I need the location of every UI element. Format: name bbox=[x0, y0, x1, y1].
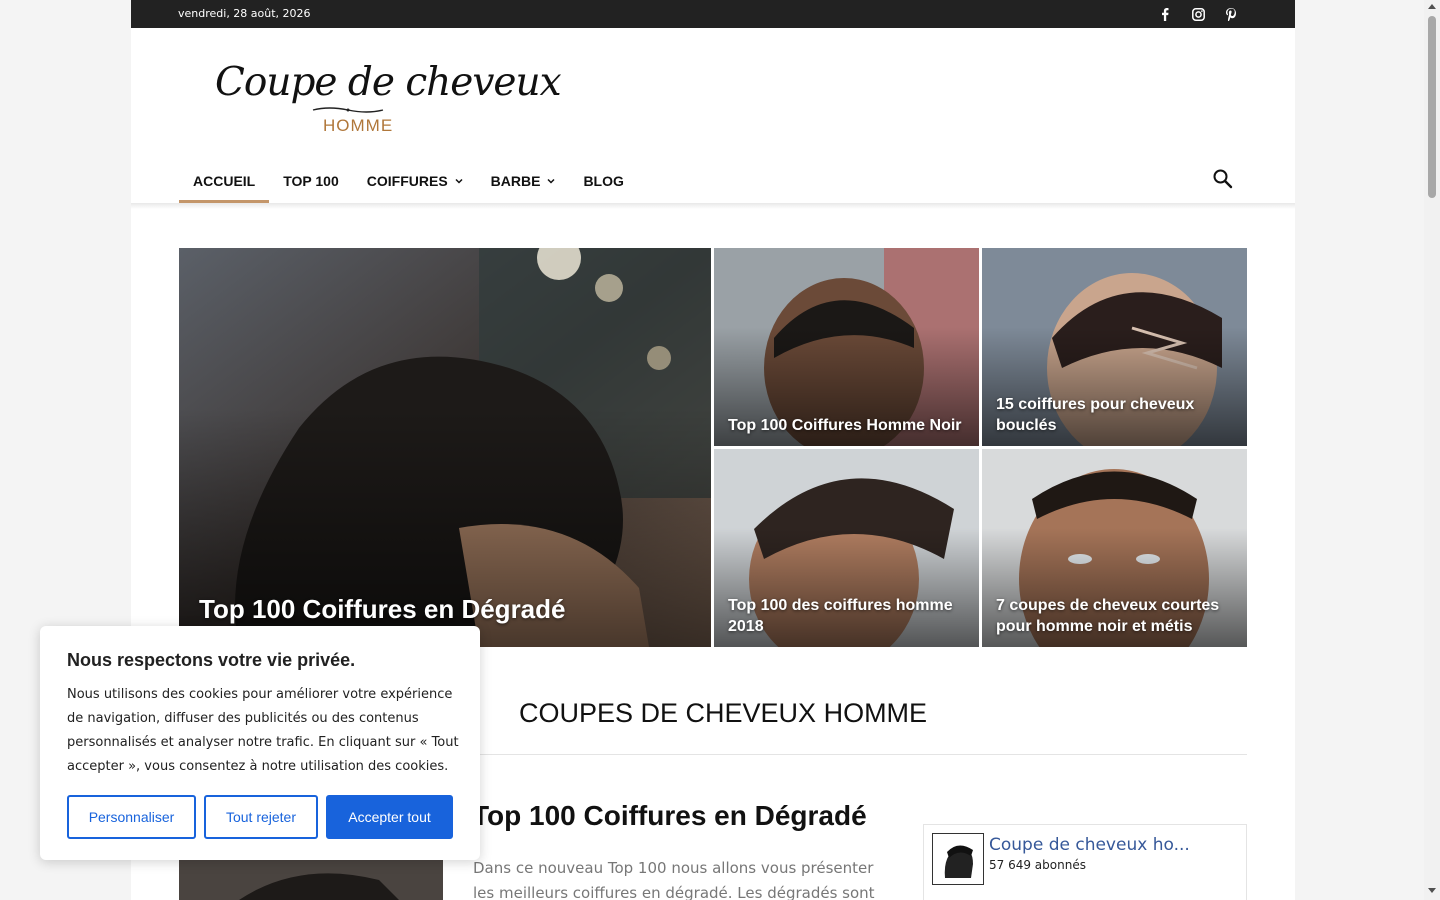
facebook-page-avatar[interactable] bbox=[932, 833, 984, 885]
logo-subtitle: HOMME bbox=[323, 116, 394, 135]
nav-label: COIFFURES bbox=[366, 173, 448, 189]
nav-label: BARBE bbox=[490, 173, 541, 189]
featured-title: Top 100 des coiffures homme 2018 bbox=[728, 597, 953, 635]
chevron-down-icon bbox=[455, 178, 463, 184]
facebook-icon[interactable] bbox=[1157, 6, 1173, 22]
main-nav: ACCUEIL TOP 100 COIFFURES BARBE BLOG bbox=[179, 158, 638, 204]
logo-script: Coupe de cheveux bbox=[215, 60, 562, 105]
cookie-body: Nous utilisons des cookies pour améliore… bbox=[67, 687, 459, 774]
facebook-page-widget: Coupe de cheveux ho... 57 649 abonnés bbox=[923, 824, 1247, 900]
featured-post[interactable]: 7 coupes de cheveux courtes pour homme n… bbox=[982, 449, 1247, 647]
article-title[interactable]: Top 100 Coiffures en Dégradé bbox=[472, 800, 867, 832]
top-bar: vendredi, 28 août, 2026 bbox=[131, 0, 1295, 28]
featured-post-large[interactable]: Top 100 Coiffures en Dégradé bbox=[179, 248, 711, 647]
cookie-title: Nous respectons votre vie privée. bbox=[67, 650, 356, 670]
nav-item-blog[interactable]: BLOG bbox=[569, 158, 637, 204]
section-title: COUPES DE CHEVEUX HOMME bbox=[519, 698, 928, 728]
featured-title: 15 coiffures pour cheveux bouclés bbox=[996, 396, 1195, 434]
nav-item-coiffures[interactable]: COIFFURES bbox=[353, 158, 477, 204]
featured-title: Top 100 Coiffures en Dégradé bbox=[199, 594, 566, 624]
featured-grid: Top 100 Coiffures en Dégradé Top 100 Coi… bbox=[179, 248, 1247, 647]
page-scrollbar[interactable] bbox=[1424, 0, 1440, 900]
article-thumbnail[interactable] bbox=[179, 860, 443, 900]
facebook-follower-count: 57 649 abonnés bbox=[989, 858, 1086, 872]
chevron-down-icon bbox=[547, 178, 555, 184]
instagram-icon[interactable] bbox=[1190, 6, 1206, 22]
featured-post[interactable]: Top 100 Coiffures Homme Noir bbox=[714, 248, 979, 446]
site-logo[interactable]: Coupe de cheveux HOMME bbox=[215, 58, 562, 138]
featured-title: 7 coupes de cheveux courtes pour homme n… bbox=[996, 597, 1220, 635]
nav-label: BLOG bbox=[583, 173, 624, 189]
nav-divider bbox=[131, 203, 1295, 209]
nav-label: TOP 100 bbox=[283, 173, 339, 189]
article-excerpt: Dans ce nouveau Top 100 nous allons vous… bbox=[473, 859, 875, 900]
featured-title: Top 100 Coiffures Homme Noir bbox=[728, 417, 962, 434]
facebook-page-name[interactable]: Coupe de cheveux ho... bbox=[989, 835, 1190, 855]
customize-button[interactable]: Personnaliser bbox=[67, 795, 196, 839]
scroll-thumb[interactable] bbox=[1428, 16, 1436, 198]
pinterest-icon[interactable] bbox=[1223, 6, 1239, 22]
scroll-up-arrow[interactable] bbox=[1428, 4, 1436, 9]
current-date: vendredi, 28 août, 2026 bbox=[178, 7, 311, 20]
featured-post[interactable]: Top 100 des coiffures homme 2018 bbox=[714, 449, 979, 647]
nav-item-barbe[interactable]: BARBE bbox=[477, 158, 570, 204]
scroll-down-arrow[interactable] bbox=[1428, 888, 1436, 893]
nav-item-top-100[interactable]: TOP 100 bbox=[269, 158, 353, 204]
accept-all-button[interactable]: Accepter tout bbox=[326, 795, 453, 839]
reject-all-button[interactable]: Tout rejeter bbox=[204, 795, 318, 839]
nav-label: ACCUEIL bbox=[193, 173, 256, 189]
featured-post[interactable]: 15 coiffures pour cheveux bouclés bbox=[982, 248, 1247, 446]
nav-item-accueil[interactable]: ACCUEIL bbox=[179, 158, 270, 204]
search-icon[interactable] bbox=[1212, 168, 1234, 190]
logo-ornament bbox=[312, 107, 384, 113]
cookie-consent-banner: Nous respectons votre vie privée. Nous u… bbox=[40, 626, 480, 860]
